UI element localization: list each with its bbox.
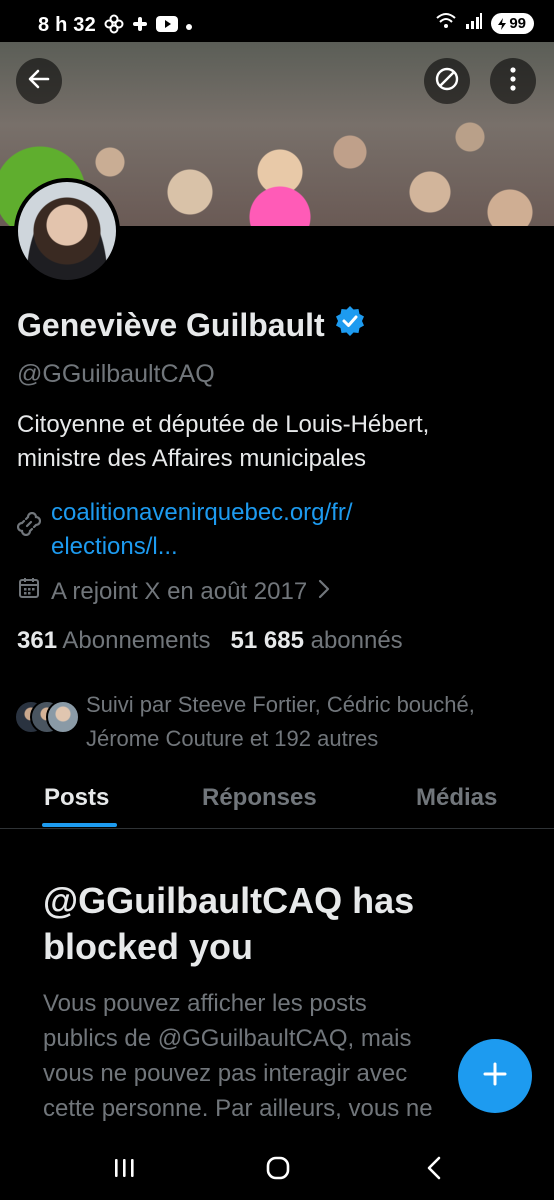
- followed-by-line: Jérome Couture et 192 autres: [86, 726, 379, 751]
- home-button[interactable]: [258, 1150, 298, 1190]
- following-label: Abonnements: [62, 627, 211, 654]
- website-link-line[interactable]: elections/l...: [51, 530, 353, 564]
- back-button[interactable]: [16, 58, 62, 104]
- plus-icon: [480, 1059, 510, 1094]
- tab-replies[interactable]: Réponses: [202, 784, 317, 812]
- blocked-message-line: publics de @GGuilbaultCAQ, mais: [43, 1025, 412, 1052]
- status-system-icons: 99: [435, 12, 534, 35]
- status-notification-icons: [104, 14, 193, 39]
- blocked-title-line: @GGuilbaultCAQ has: [43, 880, 415, 921]
- avatar[interactable]: [14, 178, 120, 284]
- profile-bio: Citoyenne et députée de Louis-Hébert, mi…: [17, 408, 537, 476]
- profile-tabs: Posts Réponses Médias: [0, 770, 554, 829]
- blocked-message-line: vous ne pouvez pas interagir avec: [43, 1060, 408, 1087]
- follow-stats: 361 Abonnements 51 685 abonnés: [17, 627, 403, 655]
- recent-apps-button[interactable]: [104, 1150, 144, 1190]
- pinwheel-icon: [104, 14, 124, 39]
- link-icon: [16, 511, 42, 564]
- followers-count: 51 685: [230, 627, 304, 654]
- followers-label: abonnés: [310, 627, 403, 654]
- back-nav-button[interactable]: [414, 1150, 454, 1190]
- wifi-icon: [435, 12, 457, 35]
- blocked-title-line: blocked you: [43, 926, 254, 967]
- home-icon: [265, 1155, 291, 1186]
- status-bar: 8 h 32 99: [0, 0, 554, 48]
- blocked-message: Vous pouvez afficher les posts publics d…: [43, 986, 513, 1126]
- website-link[interactable]: coalitionavenirquebec.org/fr/ elections/…: [51, 496, 353, 564]
- dot-icon: [185, 18, 193, 36]
- more-vertical-icon: [509, 66, 517, 97]
- compose-button[interactable]: [458, 1039, 532, 1113]
- battery-icon: 99: [491, 13, 534, 34]
- profile-name: Geneviève Guilbault: [17, 306, 325, 343]
- chevron-left-icon: [426, 1156, 442, 1185]
- arrow-left-icon: [26, 66, 52, 97]
- active-tab-indicator: [42, 823, 117, 827]
- blocked-circle-icon: [433, 65, 461, 98]
- profile-handle: @GGuilbaultCAQ: [17, 360, 215, 388]
- website-link-line[interactable]: coalitionavenirquebec.org/fr/: [51, 496, 353, 530]
- tab-posts[interactable]: Posts: [44, 784, 109, 812]
- calendar-icon: [17, 576, 41, 607]
- recent-apps-icon: [112, 1157, 136, 1184]
- system-nav-bar: [0, 1130, 554, 1200]
- status-time: 8 h 32: [38, 14, 96, 36]
- battery-level: 99: [509, 15, 526, 32]
- followed-by-line: Suivi par Steeve Fortier, Cédric bouché,: [86, 692, 475, 717]
- bio-line: Citoyenne et députée de Louis-Hébert,: [17, 411, 430, 438]
- slack-icon: [131, 15, 149, 38]
- blocked-title: @GGuilbaultCAQ has blocked you: [43, 878, 523, 970]
- blocked-status-button[interactable]: [424, 58, 470, 104]
- following-count: 361: [17, 627, 58, 654]
- followed-by-text: Suivi par Steeve Fortier, Cédric bouché,…: [86, 688, 546, 756]
- signal-icon: [465, 12, 483, 35]
- profile-name-row: Geneviève Guilbault: [17, 306, 365, 344]
- youtube-icon: [156, 16, 178, 37]
- avatar: [46, 700, 80, 734]
- followers-link[interactable]: 51 685 abonnés: [231, 627, 403, 654]
- verified-badge-icon[interactable]: [335, 306, 365, 344]
- follower-avatars: [14, 700, 80, 740]
- joined-row[interactable]: A rejoint X en août 2017: [17, 576, 331, 607]
- followed-by-row[interactable]: Suivi par Steeve Fortier, Cédric bouché,…: [14, 688, 546, 756]
- blocked-message-line: Vous pouvez afficher les posts: [43, 990, 367, 1017]
- chevron-right-icon: [317, 578, 331, 606]
- following-link[interactable]: 361 Abonnements: [17, 627, 211, 654]
- blocked-message-line: cette personne. Par ailleurs, vous ne: [43, 1095, 433, 1122]
- more-options-button[interactable]: [490, 58, 536, 104]
- website-row: coalitionavenirquebec.org/fr/ elections/…: [16, 496, 353, 564]
- joined-date: A rejoint X en août 2017: [51, 577, 308, 605]
- tab-media[interactable]: Médias: [416, 784, 497, 812]
- bio-line: ministre des Affaires municipales: [17, 445, 367, 472]
